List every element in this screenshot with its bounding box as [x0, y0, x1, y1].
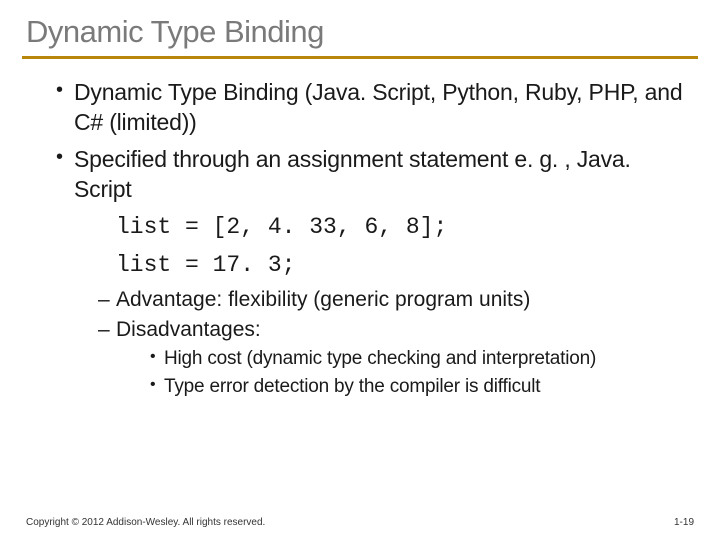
- code-line: list = [2, 4. 33, 6, 8];: [56, 210, 688, 246]
- slide: Dynamic Type Binding Dynamic Type Bindin…: [0, 0, 720, 399]
- subsub-bullet-item: Type error detection by the compiler is …: [56, 374, 688, 399]
- sub-bullet-item: Advantage: flexibility (generic program …: [56, 286, 688, 314]
- page-number: 1-19: [674, 517, 694, 528]
- slide-content: Dynamic Type Binding (Java. Script, Pyth…: [22, 77, 698, 399]
- sub-bullet-item: Disadvantages:: [56, 316, 688, 344]
- slide-title: Dynamic Type Binding: [22, 8, 698, 56]
- bullet-item: Specified through an assignment statemen…: [56, 144, 688, 205]
- code-line: list = 17. 3;: [56, 248, 688, 284]
- copyright-text: Copyright © 2012 Addison-Wesley. All rig…: [26, 517, 265, 528]
- title-rule: [22, 56, 698, 59]
- footer: Copyright © 2012 Addison-Wesley. All rig…: [26, 517, 694, 528]
- subsub-bullet-item: High cost (dynamic type checking and int…: [56, 346, 688, 371]
- bullet-item: Dynamic Type Binding (Java. Script, Pyth…: [56, 77, 688, 138]
